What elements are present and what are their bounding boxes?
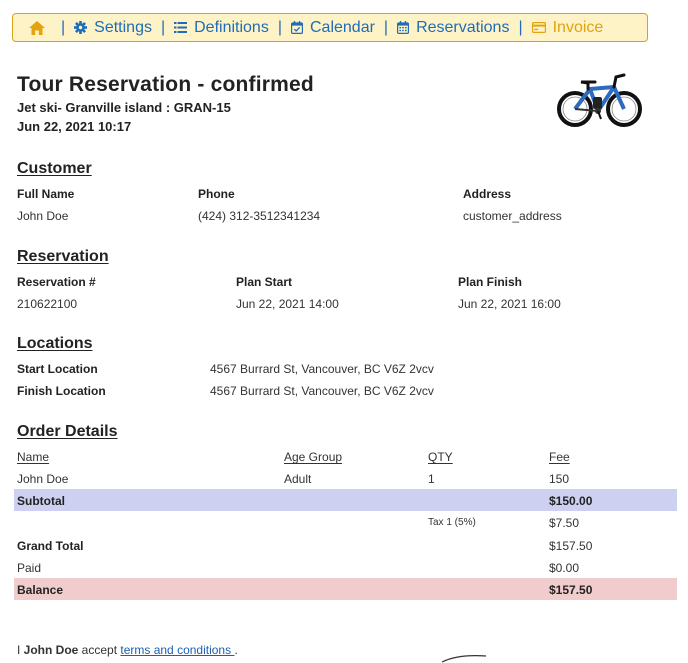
plan-finish-label: Plan Finish xyxy=(458,275,523,289)
nav-separator: | xyxy=(61,18,66,36)
row-name: John Doe xyxy=(17,472,69,486)
nav-separator: | xyxy=(383,18,389,36)
balance-label: Balance xyxy=(17,583,64,597)
page-title: Tour Reservation - confirmed xyxy=(17,73,314,96)
nav-settings-label: Settings xyxy=(94,18,152,36)
grand-total-label: Grand Total xyxy=(17,539,84,553)
plan-start-value: Jun 22, 2021 14:00 xyxy=(236,297,339,311)
reservation-datetime: Jun 22, 2021 10:17 xyxy=(17,119,132,134)
phone-value: (424) 312-3512341234 xyxy=(198,209,321,223)
full-name-label: Full Name xyxy=(17,187,75,201)
start-location-value: 4567 Burrard St, Vancouver, BC V6Z 2vcv xyxy=(210,362,434,376)
row-age-group: Adult xyxy=(284,472,312,486)
paid-label: Paid xyxy=(17,561,42,575)
terms-prefix: I xyxy=(17,643,24,657)
address-value: customer_address xyxy=(463,209,562,223)
nav-separator: | xyxy=(160,18,166,36)
plan-finish-value: Jun 22, 2021 16:00 xyxy=(458,297,561,311)
nav-definitions-label: Definitions xyxy=(194,18,269,36)
calendar-grid-icon xyxy=(397,21,410,34)
paid-value: $0.00 xyxy=(549,561,580,575)
bicycle-image xyxy=(557,73,642,127)
nav-definitions[interactable]: Definitions xyxy=(174,19,269,37)
gear-icon xyxy=(74,21,88,34)
col-header-fee: Fee xyxy=(549,450,570,464)
nav-settings[interactable]: Settings xyxy=(74,19,152,37)
nav-calendar-label: Calendar xyxy=(309,18,375,36)
home-icon xyxy=(29,20,45,35)
nav-calendar[interactable]: Calendar xyxy=(290,18,375,37)
subtotal-value: $150.00 xyxy=(549,494,593,508)
customer-section-title: Customer xyxy=(17,160,92,177)
reservation-section-title: Reservation xyxy=(17,248,109,265)
nav-reservations[interactable]: Reservations xyxy=(397,19,509,37)
balance-value: $157.50 xyxy=(549,583,593,597)
nav-separator: | xyxy=(518,18,523,36)
nav-invoice[interactable]: Invoice xyxy=(531,18,604,37)
col-header-age-group: Age Group xyxy=(284,450,343,464)
address-label: Address xyxy=(463,187,512,201)
nav-invoice-label: Invoice xyxy=(552,18,604,36)
start-location-label: Start Location xyxy=(17,362,98,376)
reservation-number-value: 210622100 xyxy=(17,297,78,311)
col-header-name: Name xyxy=(17,450,50,464)
terms-suffix: . xyxy=(234,643,238,657)
phone-label: Phone xyxy=(198,187,235,201)
calendar-check-icon xyxy=(290,21,303,34)
row-fee: 150 xyxy=(549,472,570,486)
reservation-number-label: Reservation # xyxy=(17,275,96,289)
full-name-value: John Doe xyxy=(17,209,69,223)
subtotal-label: Subtotal xyxy=(17,494,65,508)
invoice-icon xyxy=(531,22,546,33)
nav-home[interactable] xyxy=(29,20,52,35)
terms-middle: accept xyxy=(78,643,121,657)
list-icon xyxy=(174,22,188,33)
terms-link[interactable]: terms and conditions xyxy=(120,643,234,657)
order-section-title: Order Details xyxy=(17,423,118,440)
customer-name-bold: John Doe xyxy=(23,643,79,657)
row-qty: 1 xyxy=(428,472,435,486)
col-header-qty: QTY xyxy=(428,450,453,464)
terms-acceptance: I John Doe accept terms and conditions . xyxy=(17,643,238,657)
nav-reservations-label: Reservations xyxy=(416,18,510,36)
top-nav: | Settings | Definitions | Calendar | Re… xyxy=(12,13,648,42)
finish-location-value: 4567 Burrard St, Vancouver, BC V6Z 2vcv xyxy=(210,384,434,398)
nav-separator: | xyxy=(277,18,282,36)
finish-location-label: Finish Location xyxy=(17,384,106,398)
grand-total-value: $157.50 xyxy=(549,539,593,553)
tour-subtitle: Jet ski- Granville island : GRAN-15 xyxy=(17,100,231,115)
tax-value: $7.50 xyxy=(549,516,580,530)
plan-start-label: Plan Start xyxy=(236,275,293,289)
tax-label: Tax 1 (5%) xyxy=(428,517,476,528)
signature-mark xyxy=(441,655,487,663)
locations-section-title: Locations xyxy=(17,335,93,352)
